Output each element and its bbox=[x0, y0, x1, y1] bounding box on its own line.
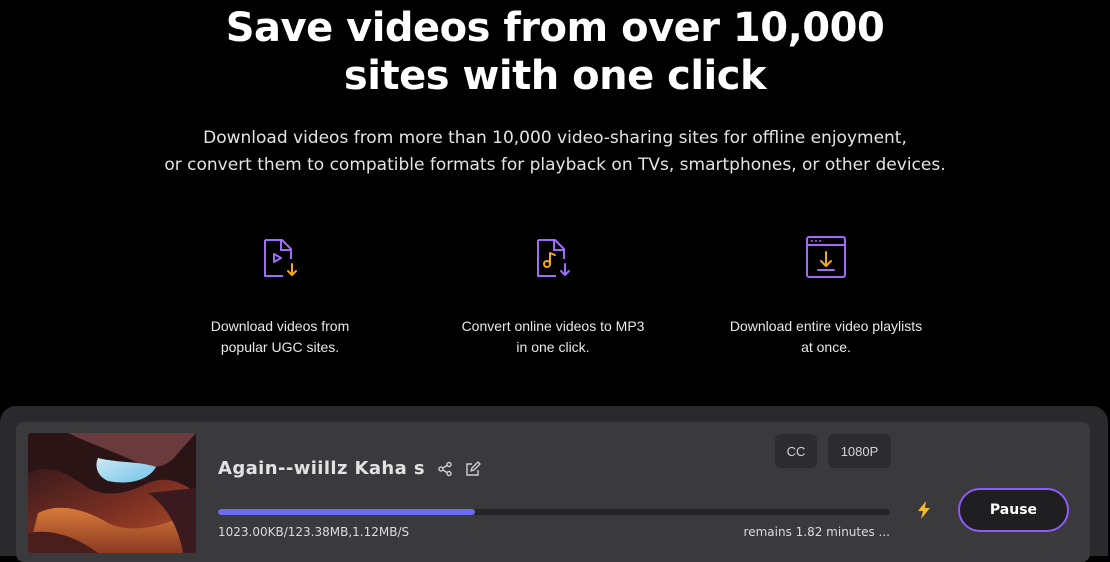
share-icon[interactable] bbox=[437, 461, 453, 477]
time-remaining: remains 1.82 minutes ... bbox=[743, 525, 890, 539]
video-title-row: Again--wiillz Kaha s bbox=[218, 458, 481, 479]
feature-playlist-download: Download entire video playlists at once. bbox=[696, 234, 956, 358]
download-panel: Again--wiillz Kaha s CC 1080P 1023.00KB/… bbox=[0, 406, 1108, 562]
download-progress-fill bbox=[218, 509, 475, 515]
pause-button[interactable]: Pause bbox=[958, 488, 1069, 532]
download-stats: 1023.00KB/123.38MB,1.12MB/S bbox=[218, 525, 410, 539]
feature-label-line1: Download videos from bbox=[210, 318, 350, 334]
video-title: Again--wiillz Kaha s bbox=[218, 458, 425, 479]
hero-title-line2: sites with one click bbox=[343, 53, 767, 99]
lightning-icon[interactable] bbox=[916, 501, 932, 519]
subtitle-tag[interactable]: CC bbox=[775, 434, 817, 468]
video-download-icon bbox=[264, 239, 297, 277]
music-download-icon bbox=[537, 239, 570, 277]
playlist-download-icon bbox=[806, 236, 846, 278]
hero-title-line1: Save videos from over 10,000 bbox=[225, 5, 885, 51]
video-thumbnail[interactable] bbox=[28, 433, 196, 553]
feature-mp3-convert: Convert online videos to MP3 in one clic… bbox=[423, 234, 683, 358]
hero-subtitle-line1: Download videos from more than 10,000 vi… bbox=[203, 128, 907, 148]
edit-icon[interactable] bbox=[465, 460, 481, 477]
feature-label-line1: Download entire video playlists bbox=[729, 318, 923, 334]
download-progress-bar bbox=[218, 509, 890, 515]
feature-ugc-download: Download videos from popular UGC sites. bbox=[150, 234, 410, 358]
hero-subtitle: Download videos from more than 10,000 vi… bbox=[0, 125, 1110, 179]
hero-subtitle-line2: or convert them to compatible formats fo… bbox=[164, 155, 946, 175]
hero-title: Save videos from over 10,000 sites with … bbox=[0, 4, 1110, 100]
feature-label-line2: popular UGC sites. bbox=[220, 339, 340, 355]
quality-tag[interactable]: 1080P bbox=[828, 434, 891, 468]
download-item: Again--wiillz Kaha s CC 1080P 1023.00KB/… bbox=[16, 422, 1090, 562]
feature-label-line1: Convert online videos to MP3 bbox=[461, 318, 645, 334]
canyon-image bbox=[28, 433, 196, 553]
feature-label-line2: in one click. bbox=[516, 339, 590, 355]
feature-label-line2: at once. bbox=[801, 339, 851, 355]
